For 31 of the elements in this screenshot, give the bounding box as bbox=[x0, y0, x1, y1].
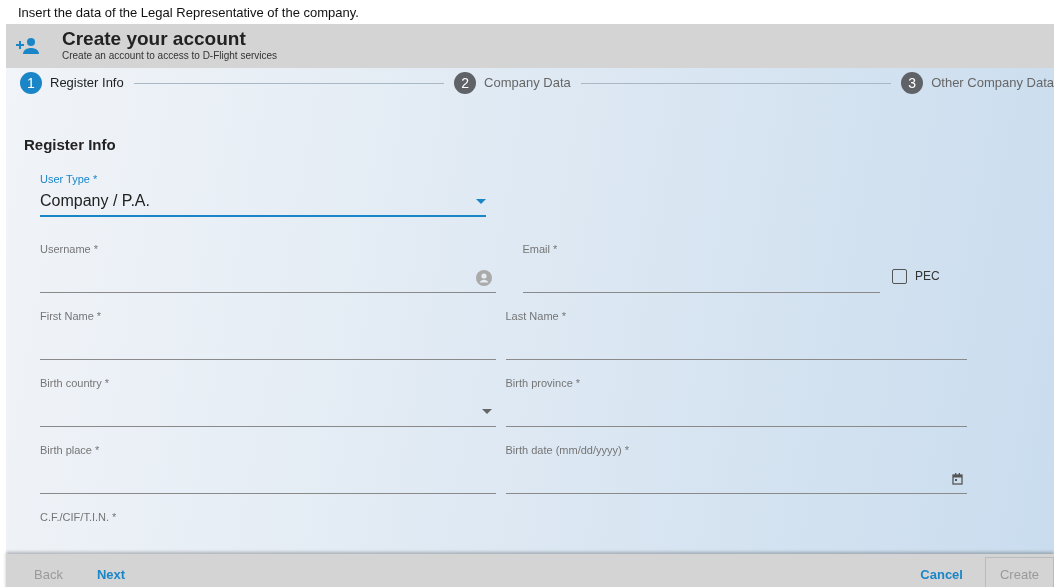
field-label: Birth place * bbox=[40, 442, 101, 458]
field-label: Email * bbox=[522, 241, 559, 257]
cancel-button[interactable]: Cancel bbox=[906, 559, 977, 587]
dropdown-caret-icon bbox=[481, 409, 492, 414]
next-button[interactable]: Next bbox=[82, 559, 140, 587]
field-label: Last Name * bbox=[505, 308, 568, 324]
field-label: Birth country * bbox=[40, 375, 111, 391]
calendar-icon bbox=[952, 472, 963, 485]
step-number: 1 bbox=[20, 72, 42, 94]
field-label: C.F./CIF/T.I.N. * bbox=[40, 509, 118, 525]
add-user-icon bbox=[16, 38, 40, 54]
field-label: Username * bbox=[40, 241, 100, 257]
dialog-subtitle: Create an account to access to D-Flight services bbox=[62, 49, 278, 63]
step-number: 2 bbox=[454, 72, 477, 94]
user-icon bbox=[475, 269, 492, 286]
step-tab[interactable]: Company Data bbox=[484, 73, 571, 93]
checkbox[interactable] bbox=[892, 268, 907, 284]
dropdown-caret-icon bbox=[475, 198, 486, 204]
field-label: Birth date (mm/dd/yyyy) * bbox=[505, 442, 630, 458]
select-value: Company / P.A. bbox=[40, 191, 150, 211]
checkbox-label: PEC bbox=[915, 268, 940, 285]
field-label: User Type * bbox=[40, 171, 99, 187]
user-type-select[interactable]: Company / P.A. bbox=[40, 187, 486, 217]
step-tab[interactable]: Other Company Data bbox=[931, 73, 1054, 93]
instruction-text: Insert the data of the Legal Representative of the company. bbox=[17, 5, 359, 20]
field-label: Birth province * bbox=[505, 375, 582, 391]
step-number: 3 bbox=[901, 72, 924, 94]
dialog-title: Create your account bbox=[62, 29, 247, 48]
step-tab[interactable]: Register Info bbox=[50, 73, 124, 93]
field-label: First Name * bbox=[40, 308, 103, 324]
section-title: Register Info bbox=[24, 135, 117, 155]
